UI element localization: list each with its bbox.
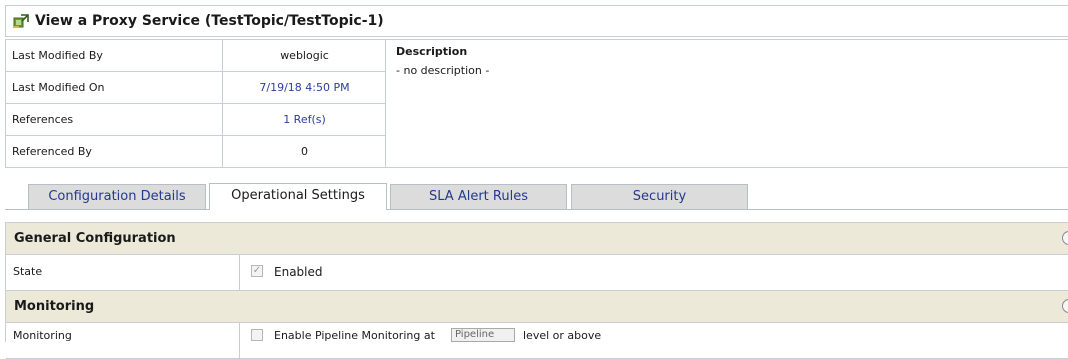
tab-security[interactable]: Security	[571, 184, 748, 209]
state-row: State ✓ Enabled	[6, 255, 1068, 291]
state-enabled-checkbox[interactable]: ✓	[251, 265, 263, 277]
summary-label: Last Modified On	[12, 81, 105, 94]
collapse-icon[interactable]	[1062, 299, 1068, 313]
description-value: - no description -	[396, 64, 490, 77]
monitoring-level-select[interactable]: Pipeline	[451, 328, 515, 342]
monitoring-enable-checkbox[interactable]	[251, 329, 263, 341]
tab-operational-settings[interactable]: Operational Settings	[209, 183, 387, 210]
general-configuration-header: General Configuration	[6, 223, 1068, 255]
summary-label: References	[12, 113, 74, 126]
row-divider	[239, 323, 240, 358]
summary-label: Last Modified By	[12, 49, 103, 62]
summary-value: 0	[301, 145, 308, 158]
summary-row-references: References 1 Ref(s)	[6, 104, 386, 136]
tab-bar: Configuration Details Operational Settin…	[0, 183, 1068, 210]
summary-row-last-modified-by: Last Modified By weblogic	[6, 40, 386, 72]
monitoring-header: Monitoring	[6, 291, 1068, 323]
row-divider	[239, 255, 240, 290]
tab-underline	[5, 209, 1068, 210]
section-title: Monitoring	[14, 299, 95, 314]
monitoring-row: Monitoring Enable Pipeline Monitoring at…	[6, 323, 1068, 359]
summary-panel: Last Modified By weblogic Last Modified …	[5, 39, 1068, 168]
page-title-bar: View a Proxy Service (TestTopic/TestTopi…	[5, 5, 1068, 37]
proxy-service-icon	[13, 14, 29, 28]
description-label: Description	[396, 45, 468, 58]
state-label: State	[13, 265, 43, 278]
summary-row-last-modified-on: Last Modified On 7/19/18 4:50 PM	[6, 72, 386, 104]
summary-row-referenced-by: Referenced By 0	[6, 136, 386, 168]
last-modified-link[interactable]: 7/19/18 4:50 PM	[223, 81, 386, 94]
tab-sla-alert-rules[interactable]: SLA Alert Rules	[390, 184, 567, 209]
section-title: General Configuration	[14, 231, 176, 246]
tab-configuration-details[interactable]: Configuration Details	[28, 184, 206, 209]
operational-settings-panel: General Configuration State ✓ Enabled Mo…	[5, 222, 1068, 359]
summary-value: weblogic	[280, 49, 329, 62]
collapse-icon[interactable]	[1062, 231, 1068, 245]
page-title: View a Proxy Service (TestTopic/TestTopi…	[35, 13, 384, 29]
summary-label: Referenced By	[12, 145, 92, 158]
state-enabled-text: Enabled	[274, 265, 323, 279]
references-link[interactable]: 1 Ref(s)	[223, 113, 386, 126]
